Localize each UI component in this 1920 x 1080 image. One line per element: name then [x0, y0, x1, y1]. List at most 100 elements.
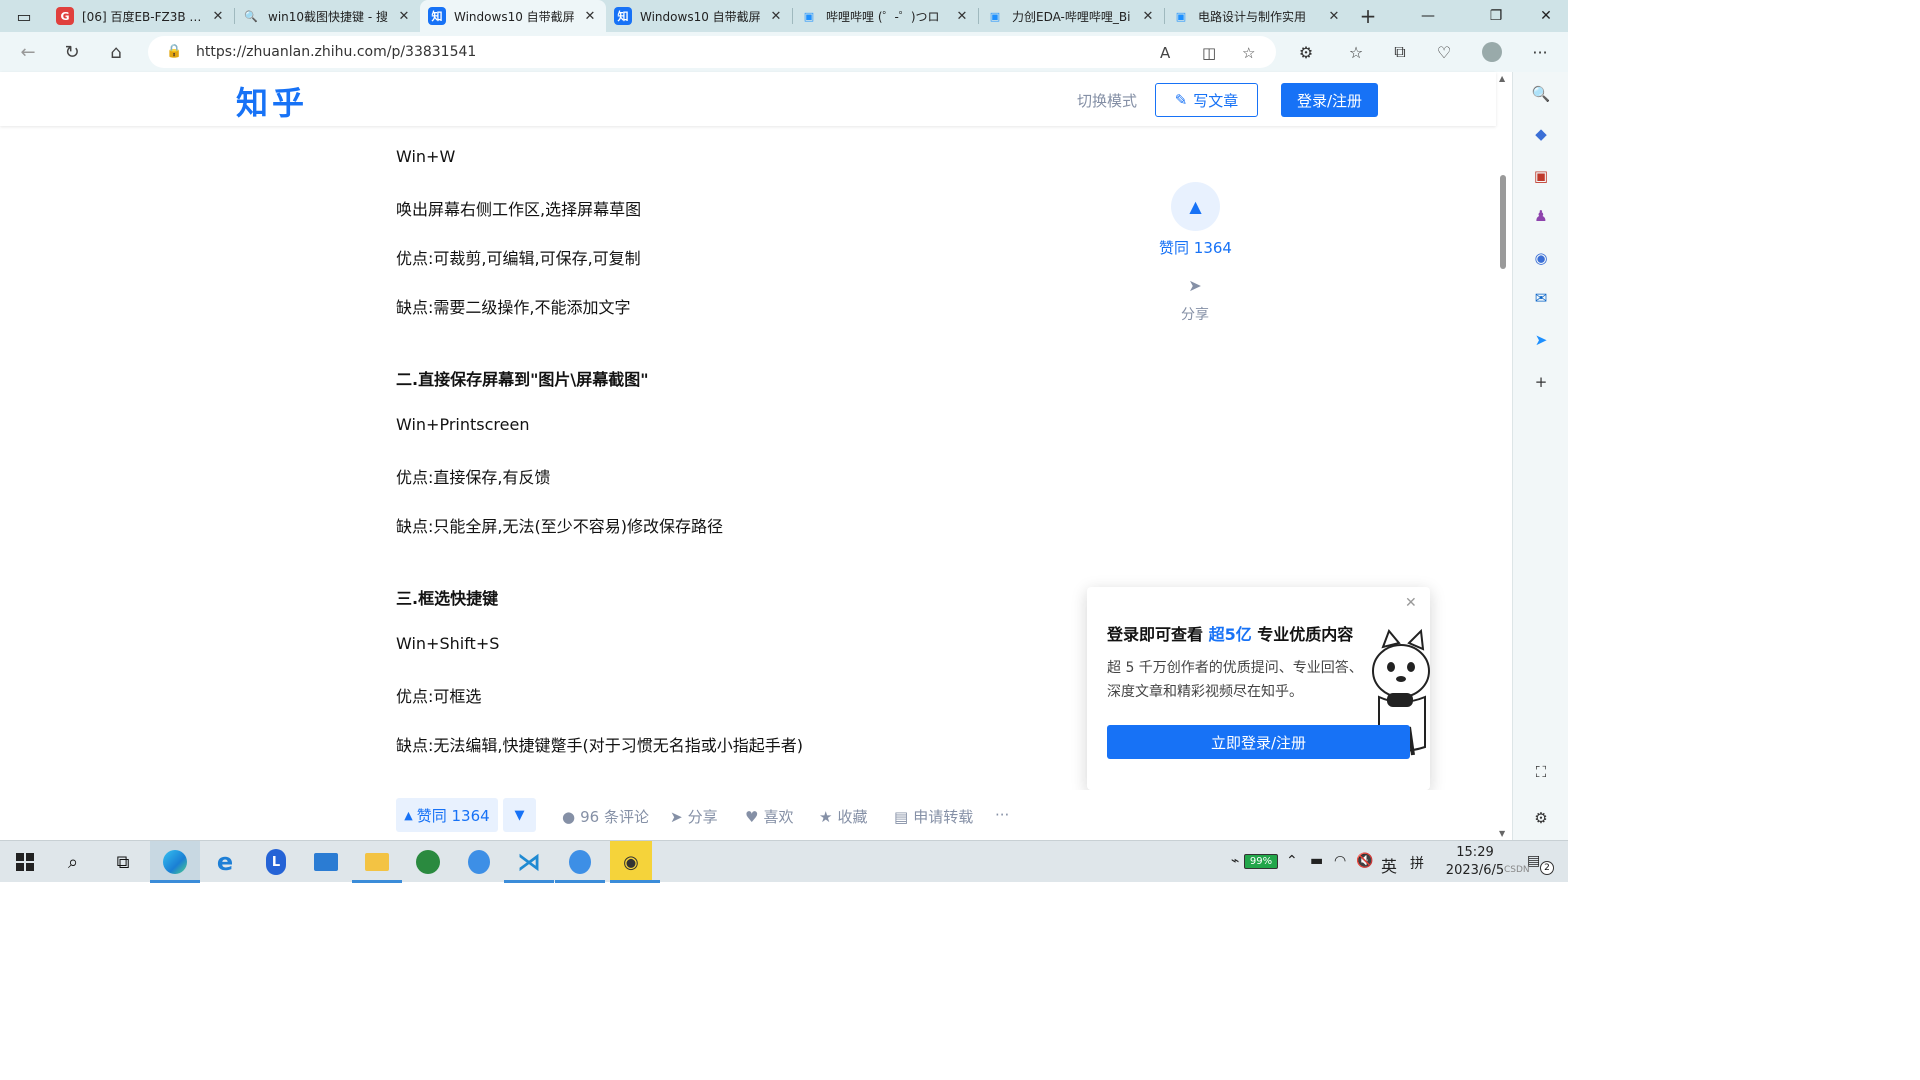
browser-tab[interactable]: ▣ 力创EDA-哔哩哔哩_Bi ✕	[978, 0, 1164, 32]
minimize-button[interactable]: —	[1400, 0, 1456, 32]
taskbar-ie-icon[interactable]: e	[200, 841, 250, 883]
taskbar-app-icon[interactable]: ◉	[610, 841, 660, 883]
popup-login-button[interactable]: 立即登录/注册	[1107, 725, 1410, 759]
share-label[interactable]: 分享	[1165, 304, 1225, 324]
system-clock[interactable]: 15:29 2023/6/5	[1440, 844, 1510, 880]
close-tab-icon[interactable]: ✕	[210, 9, 226, 24]
scroll-thumb[interactable]	[1500, 175, 1506, 269]
battery-plug-icon[interactable]: ⌁	[1231, 853, 1239, 869]
sidebar-send-icon[interactable]: ➤	[1513, 324, 1569, 356]
start-button[interactable]	[0, 841, 50, 883]
share-button[interactable]: ➤ 分享	[670, 806, 718, 827]
zhihu-logo[interactable]: 知乎	[236, 78, 308, 124]
page-scrollbar[interactable]: ▲ ▼	[1496, 72, 1512, 840]
performance-icon[interactable]: ♡	[1422, 32, 1466, 72]
new-tab-button[interactable]: +	[1350, 4, 1386, 28]
volume-muted-icon[interactable]: 🔇	[1356, 853, 1373, 869]
like-button[interactable]: ♥ 喜欢	[745, 806, 793, 827]
taskbar-explorer-icon[interactable]	[352, 841, 402, 883]
browser-tab[interactable]: 🔍 win10截图快捷键 - 搜 ✕	[234, 0, 420, 32]
browser-tab[interactable]: G [06] 百度EB-FZ3B AI与 ✕	[48, 0, 234, 32]
read-aloud-icon[interactable]: A	[1160, 44, 1170, 62]
close-tab-icon[interactable]: ✕	[768, 9, 784, 24]
comments-button[interactable]: ● 96 条评论	[562, 806, 649, 827]
sidebar-office-icon[interactable]: ◉	[1513, 242, 1569, 274]
browser-tab[interactable]: 知 Windows10 自带截屏 ✕	[606, 0, 792, 32]
profile-avatar[interactable]	[1470, 32, 1514, 72]
sidebar-games-icon[interactable]: ♟	[1513, 200, 1569, 232]
sidebar-outlook-icon[interactable]: ✉	[1513, 282, 1569, 314]
sidebar-screenshot-icon[interactable]: ⛶	[1513, 756, 1569, 788]
login-register-button[interactable]: 登录/注册	[1281, 83, 1378, 117]
tab-title: 力创EDA-哔哩哔哩_Bi	[1012, 9, 1131, 24]
more-button[interactable]: ···	[995, 806, 1009, 824]
sidebar-tools-icon[interactable]: ▣	[1513, 160, 1569, 192]
lock-icon[interactable]: 🔒	[166, 44, 182, 59]
taskbar-qq-icon[interactable]	[454, 841, 504, 883]
home-button[interactable]: ⌂	[94, 32, 138, 72]
close-tab-icon[interactable]: ✕	[582, 9, 598, 24]
favorites-icon[interactable]: ☆	[1334, 32, 1378, 72]
paragraph: 缺点:需要二级操作,不能添加文字	[396, 298, 631, 317]
settings-menu-icon[interactable]: ···	[1518, 32, 1562, 72]
back-button[interactable]: ←	[6, 32, 50, 72]
tab-title: Windows10 自带截屏	[640, 9, 761, 24]
tray-device-icon[interactable]: ▬	[1310, 853, 1323, 869]
vote-count-label[interactable]: 赞同 1364	[1140, 237, 1251, 258]
favorite-star-icon[interactable]: ☆	[1242, 44, 1255, 62]
close-tab-icon[interactable]: ✕	[1326, 9, 1342, 24]
restore-button[interactable]: ❐	[1468, 0, 1524, 32]
close-icon[interactable]: ✕	[1405, 595, 1417, 611]
close-tab-icon[interactable]: ✕	[1140, 9, 1156, 24]
taskbar-qq-icon[interactable]	[555, 841, 605, 883]
browser-tab[interactable]: 知 Windows10 自带截屏 ✕	[420, 0, 606, 32]
share-icon[interactable]: ➤	[1183, 276, 1207, 295]
bilibili-icon: ▣	[989, 9, 1001, 23]
repost-request-button[interactable]: ▤ 申请转载	[894, 806, 973, 827]
windows-taskbar: ⌕ ⧉ e L ⋊ ◉ ⌁ 99% ⌃ ▬ ◠ 🔇 英 拼 15:29 2023…	[0, 840, 1568, 883]
taskbar-wechat-icon[interactable]	[403, 841, 453, 883]
taskbar-search-icon[interactable]: ⌕	[48, 841, 98, 883]
popup-description: 深度文章和精彩视频尽在知乎。	[1107, 684, 1303, 700]
taskbar-mail-icon[interactable]	[301, 841, 351, 883]
chevron-up-icon[interactable]: ⌃	[1286, 853, 1298, 869]
zhihu-icon: 知	[428, 7, 446, 25]
taskbar-edge-icon[interactable]	[150, 841, 200, 883]
taskbar-vscode-icon[interactable]: ⋊	[504, 841, 554, 883]
sidebar-settings-icon[interactable]: ⚙	[1513, 802, 1569, 834]
task-view-icon[interactable]: ⧉	[98, 841, 148, 883]
tab-actions-icon[interactable]: ▭	[0, 0, 48, 32]
sidebar-search-icon[interactable]: 🔍	[1513, 78, 1569, 110]
battery-indicator[interactable]: 99%	[1244, 854, 1278, 869]
section-heading: 二.直接保存屏幕到"图片\屏幕截图"	[396, 370, 649, 389]
collections-icon[interactable]: ⧉	[1378, 32, 1422, 72]
sidebar-shopping-icon[interactable]: ◆	[1513, 118, 1569, 150]
ime-mode-indicator[interactable]: 拼	[1410, 853, 1424, 873]
close-window-button[interactable]: ✕	[1524, 0, 1568, 32]
switch-mode-link[interactable]: 切换模式	[1077, 90, 1137, 111]
downvote-button[interactable]: ▼	[503, 798, 536, 832]
refresh-button[interactable]: ↻	[50, 32, 94, 72]
collect-button[interactable]: ★ 收藏	[819, 806, 867, 827]
popup-title-highlight: 超5亿	[1208, 625, 1252, 644]
close-tab-icon[interactable]: ✕	[954, 9, 970, 24]
sidebar-add-icon[interactable]: +	[1513, 366, 1569, 398]
scroll-up-icon[interactable]: ▲	[1499, 74, 1505, 83]
browser-tab[interactable]: ▣ 哔哩哔哩 (゜-゜)つロ ✕	[792, 0, 978, 32]
tab-title: 电路设计与制作实用	[1198, 9, 1307, 24]
wifi-icon[interactable]: ◠	[1334, 853, 1346, 869]
notification-count[interactable]: 2	[1540, 861, 1554, 875]
taskbar-app-icon[interactable]: L	[251, 841, 301, 883]
paper-plane-icon: ➤	[670, 807, 683, 826]
url-field[interactable]: 🔒 https://zhuanlan.zhihu.com/p/33831541 …	[148, 36, 1276, 68]
browser-tab[interactable]: ▣ 电路设计与制作实用 ✕	[1164, 0, 1350, 32]
upvote-button[interactable]: ▲ 赞同 1364	[396, 798, 498, 832]
close-tab-icon[interactable]: ✕	[396, 9, 412, 24]
scroll-down-icon[interactable]: ▼	[1499, 829, 1505, 838]
ime-language-indicator[interactable]: 英	[1381, 853, 1397, 877]
split-screen-icon[interactable]: ◫	[1202, 44, 1216, 62]
document-icon: ▤	[894, 807, 909, 826]
write-article-button[interactable]: ✎ 写文章	[1155, 83, 1258, 117]
extensions-icon[interactable]: ⚙	[1284, 32, 1328, 72]
upvote-circle-button[interactable]: ▲	[1171, 182, 1220, 231]
